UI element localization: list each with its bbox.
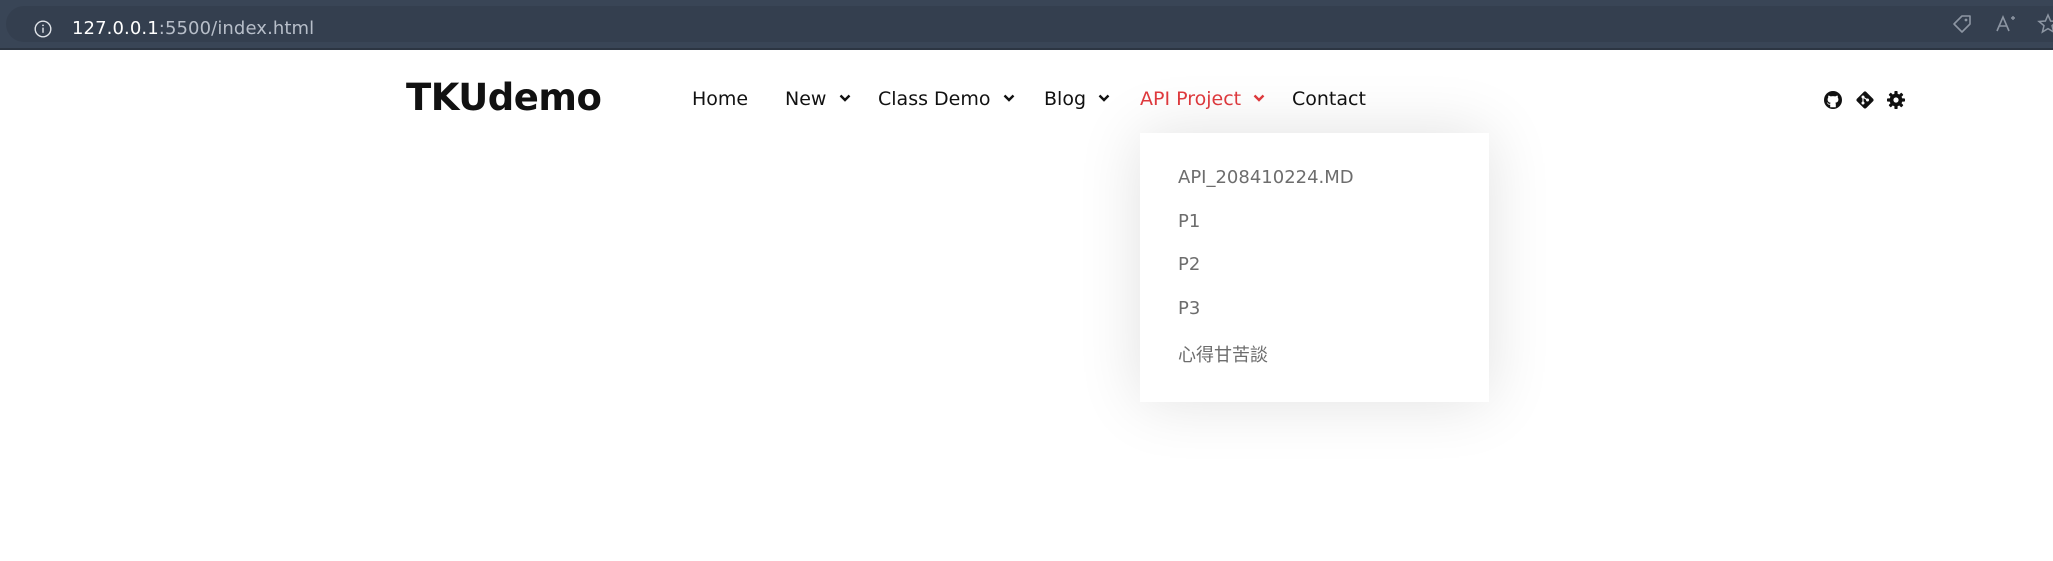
info-icon[interactable] <box>34 20 52 38</box>
github-icon[interactable] <box>1823 90 1843 110</box>
gear-icon[interactable] <box>1886 90 1906 110</box>
nav-label: Home <box>692 88 749 110</box>
url-text[interactable]: 127.0.0.1:5500/index.html <box>72 18 314 39</box>
chevron-down-icon <box>1253 94 1265 102</box>
nav-label: Class Demo <box>878 88 991 110</box>
dropdown-item-reflection[interactable]: 心得甘苦談 <box>1178 341 1268 367</box>
url-path: :5500/index.html <box>158 18 315 39</box>
chevron-down-icon <box>839 94 850 102</box>
url-host: 127.0.0.1 <box>72 18 159 39</box>
nav-home[interactable]: Home <box>692 88 748 110</box>
dropdown-item-p2[interactable]: P2 <box>1178 254 1200 275</box>
nav-contact[interactable]: Contact <box>1292 88 1366 110</box>
tag-icon[interactable] <box>1950 12 1974 36</box>
address-bar[interactable]: 127.0.0.1:5500/index.html <box>6 6 2053 42</box>
nav-label: Blog <box>1044 88 1086 110</box>
chevron-down-icon <box>1098 94 1110 102</box>
dropdown-item-p3[interactable]: P3 <box>1178 298 1200 319</box>
nav-label: Contact <box>1292 88 1366 110</box>
nav-blog[interactable]: Blog <box>1044 88 1110 110</box>
nav-label: API Project <box>1140 88 1242 110</box>
nav-class-demo[interactable]: Class Demo <box>878 88 1015 110</box>
nav-label: New <box>785 88 827 110</box>
page-body: TKUdemo Home New Class Demo Blog API Pro… <box>0 50 2053 561</box>
site-logo[interactable]: TKUdemo <box>406 76 602 119</box>
dropdown-item-api-md[interactable]: API_208410224.MD <box>1178 167 1354 188</box>
nav-new[interactable]: New <box>785 88 851 110</box>
dropdown-item-p1[interactable]: P1 <box>1178 211 1200 232</box>
git-icon[interactable] <box>1855 90 1875 110</box>
api-project-dropdown: API_208410224.MD P1 P2 P3 心得甘苦談 <box>1140 133 1489 402</box>
chevron-down-icon <box>1003 94 1014 102</box>
nav-api-project[interactable]: API Project <box>1140 88 1265 110</box>
favorite-star-icon[interactable] <box>2036 12 2053 36</box>
read-aloud-icon[interactable] <box>1994 12 2018 36</box>
browser-toolbar: 127.0.0.1:5500/index.html <box>0 0 2053 50</box>
